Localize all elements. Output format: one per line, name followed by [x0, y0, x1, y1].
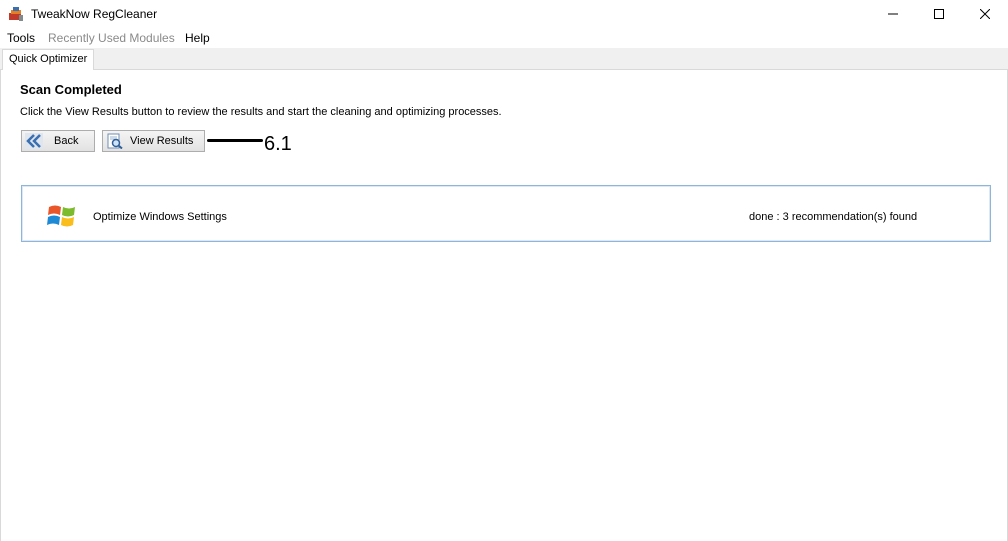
- magnifier-document-icon: [107, 133, 123, 149]
- result-title: Optimize Windows Settings: [93, 211, 227, 223]
- annotation-line: [207, 139, 263, 142]
- menu-recently-used-modules[interactable]: Recently Used Modules: [48, 31, 175, 45]
- result-status: done : 3 recommendation(s) found: [749, 211, 918, 223]
- minimize-icon: [888, 13, 898, 15]
- menu-bar: Tools Recently Used Modules Help: [0, 29, 1008, 48]
- main-content: Scan Completed Click the View Results bu…: [0, 70, 1008, 541]
- tab-quick-optimizer[interactable]: Quick Optimizer: [2, 49, 95, 70]
- close-button[interactable]: [962, 0, 1008, 29]
- tab-strip: Quick Optimizer: [0, 48, 1008, 70]
- close-icon: [980, 9, 990, 19]
- maximize-button[interactable]: [916, 0, 962, 29]
- page-title: Scan Completed: [20, 82, 122, 97]
- view-results-button[interactable]: View Results: [102, 130, 205, 152]
- menu-tools[interactable]: Tools: [7, 31, 35, 45]
- title-bar: TweakNow RegCleaner: [0, 0, 1008, 29]
- menu-help[interactable]: Help: [185, 31, 210, 45]
- annotation-label: 6.1: [264, 133, 292, 155]
- result-item-optimize-windows-settings[interactable]: Optimize Windows Settings done : 3 recom…: [21, 185, 991, 242]
- back-button[interactable]: Back: [21, 130, 95, 152]
- windows-logo-icon: [47, 205, 75, 227]
- instruction-text: Click the View Results button to review …: [20, 106, 502, 118]
- app-icon: [9, 7, 23, 21]
- minimize-button[interactable]: [870, 0, 916, 29]
- double-chevron-left-icon: [25, 133, 43, 149]
- maximize-icon: [934, 9, 944, 19]
- view-results-button-label: View Results: [130, 135, 194, 147]
- back-button-label: Back: [54, 135, 79, 147]
- window-title: TweakNow RegCleaner: [31, 7, 158, 21]
